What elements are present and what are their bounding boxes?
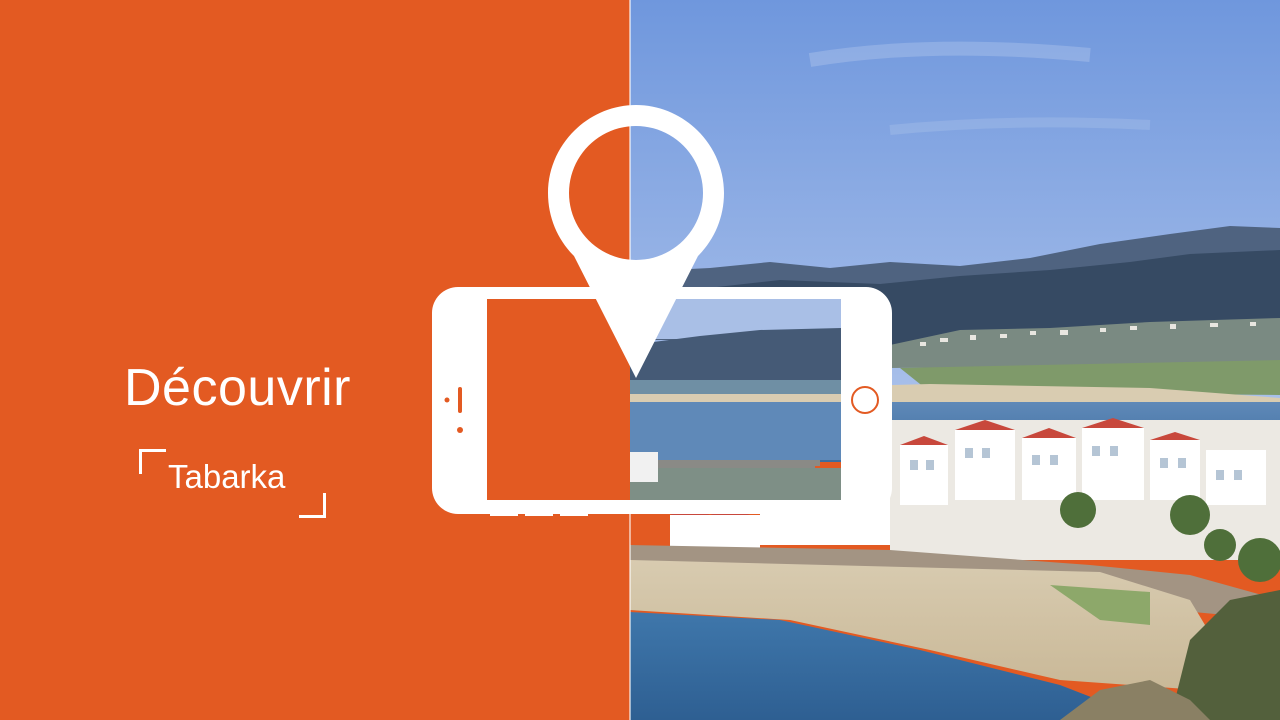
headline: Découvrir	[124, 359, 351, 417]
phone-screen-photo	[630, 299, 841, 500]
corner-bracket-bottom-right	[299, 493, 326, 518]
corner-bracket-top-left	[139, 449, 166, 474]
place-name: Tabarka	[168, 458, 286, 495]
slide: Découvrir Tabarka	[0, 0, 1280, 720]
